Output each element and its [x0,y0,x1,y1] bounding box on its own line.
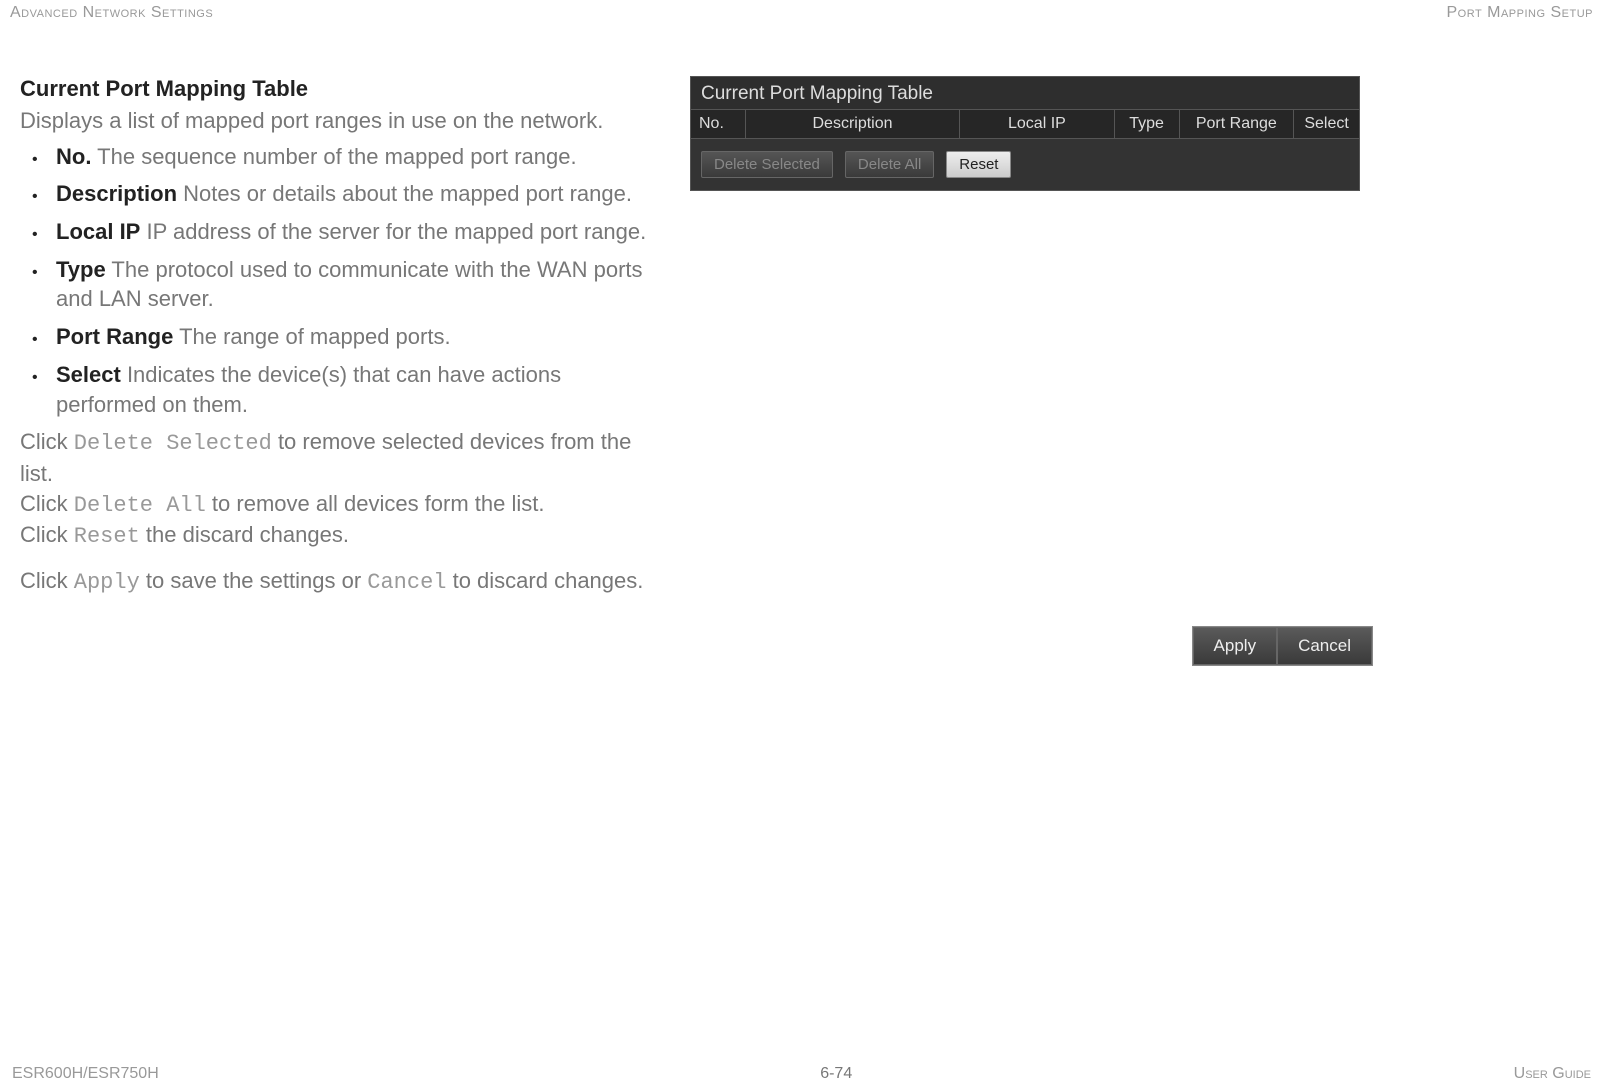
term-localip: Local IP [56,219,140,244]
footer-right: User Guide [1514,1065,1591,1083]
apply-cancel-group: Apply Cancel [1192,626,1373,666]
desc-portrange: The range of mapped ports. [173,324,450,349]
right-column: Current Port Mapping Table No. Descripti… [690,76,1593,598]
para-apply-cancel: Click Apply to save the settings or Canc… [20,566,660,598]
para-delete-all: Click Delete All to remove all devices f… [20,489,660,521]
list-item: Port Range The range of mapped ports. [32,322,660,352]
desc-type: The protocol used to communicate with th… [56,257,643,312]
left-column: Current Port Mapping Table Displays a li… [20,76,660,598]
desc-description: Notes or details about the mapped port r… [177,181,632,206]
action-paragraphs: Click Delete Selected to remove selected… [20,427,660,597]
desc-localip: IP address of the server for the mapped … [140,219,646,244]
cancel-button[interactable]: Cancel [1277,627,1372,665]
header-left: Advanced Network Settings [10,4,213,22]
content-area: Current Port Mapping Table Displays a li… [0,26,1603,598]
col-header-no: No. [691,110,746,138]
header-right: Port Mapping Setup [1447,4,1594,22]
footer-left: ESR600H/ESR750H [12,1065,159,1083]
list-item: Select Indicates the device(s) that can … [32,360,660,419]
col-header-description: Description [746,110,960,138]
col-header-localip: Local IP [960,110,1115,138]
mapping-panel-title: Current Port Mapping Table [691,77,1359,109]
page-footer: ESR600H/ESR750H 6-74 User Guide [0,1065,1603,1083]
term-no: No. [56,144,91,169]
term-type: Type [56,257,106,282]
desc-no: The sequence number of the mapped port r… [91,144,576,169]
list-item: No. The sequence number of the mapped po… [32,142,660,172]
term-select: Select [56,362,121,387]
col-header-portrange: Port Range [1180,110,1295,138]
mapping-header-row: No. Description Local IP Type Port Range… [691,109,1359,139]
apply-button[interactable]: Apply [1193,627,1278,665]
mapping-panel: Current Port Mapping Table No. Descripti… [690,76,1360,191]
footer-center: 6-74 [820,1065,852,1083]
term-description: Description [56,181,177,206]
delete-all-button[interactable]: Delete All [845,151,934,178]
mapping-panel-buttons: Delete Selected Delete All Reset [691,139,1359,190]
bullet-list: No. The sequence number of the mapped po… [32,142,660,420]
section-title: Current Port Mapping Table [20,76,660,102]
reset-button[interactable]: Reset [946,151,1011,178]
para-reset: Click Reset the discard changes. [20,520,660,552]
col-header-select: Select [1294,110,1359,138]
col-header-type: Type [1115,110,1180,138]
list-item: Description Notes or details about the m… [32,179,660,209]
delete-selected-button[interactable]: Delete Selected [701,151,833,178]
term-portrange: Port Range [56,324,173,349]
desc-select: Indicates the device(s) that can have ac… [56,362,561,417]
section-subtitle: Displays a list of mapped port ranges in… [20,106,660,136]
para-delete-selected: Click Delete Selected to remove selected… [20,427,660,488]
list-item: Local IP IP address of the server for th… [32,217,660,247]
page-header: Advanced Network Settings Port Mapping S… [0,0,1603,26]
list-item: Type The protocol used to communicate wi… [32,255,660,314]
